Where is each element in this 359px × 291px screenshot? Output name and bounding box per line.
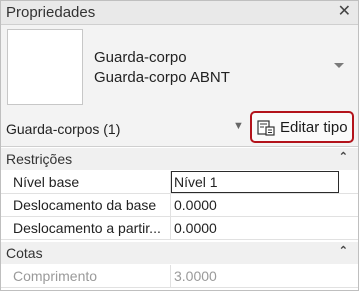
close-icon[interactable]: ✕ <box>338 3 351 21</box>
property-value[interactable]: 0.0000 <box>174 220 217 236</box>
section-header-restricoes[interactable]: Restrições ⌃ <box>1 148 358 170</box>
column-divider <box>170 194 171 217</box>
section-header-cotas[interactable]: Cotas ⌃ <box>1 242 358 264</box>
panel-titlebar: Propriedades ✕ <box>1 1 358 25</box>
property-value[interactable]: Nível 1 <box>174 174 218 190</box>
property-row-comprimento: Comprimento 3.0000 <box>1 265 358 288</box>
property-name: Deslocamento da base <box>13 197 157 213</box>
property-value: 3.0000 <box>174 268 217 284</box>
property-value[interactable]: 0.0000 <box>174 197 217 213</box>
column-divider <box>170 217 171 240</box>
collapse-icon[interactable]: ⌃ <box>339 244 348 257</box>
instance-filter-select[interactable]: Guarda-corpos (1) <box>6 121 120 137</box>
edit-type-button[interactable]: Editar tipo <box>250 111 354 143</box>
type-name: Guarda-corpo ABNT <box>94 69 230 86</box>
property-name: Nível base <box>13 174 80 190</box>
type-dropdown-arrow-icon[interactable] <box>334 63 344 68</box>
property-name: Comprimento <box>13 268 98 284</box>
property-name: Deslocamento a partir... <box>13 220 161 236</box>
type-selector[interactable]: Guarda-corpo Guarda-corpo ABNT <box>1 25 358 111</box>
column-divider <box>170 265 171 288</box>
properties-panel: Propriedades ✕ Guarda-corpo Guarda-corpo… <box>0 0 359 291</box>
panel-title: Propriedades <box>6 4 96 21</box>
type-preview-image <box>7 29 83 105</box>
property-row-nivel-base[interactable]: Nível base Nível 1 <box>1 171 358 194</box>
edit-type-label: Editar tipo <box>280 119 348 136</box>
type-family-name: Guarda-corpo <box>94 49 187 66</box>
instance-filter-row: Guarda-corpos (1) ▼ Editar tipo <box>1 111 358 147</box>
edit-type-icon <box>257 120 275 136</box>
section-label: Restrições <box>6 151 73 167</box>
property-row-deslocamento-partir[interactable]: Deslocamento a partir... 0.0000 <box>1 217 358 240</box>
chevron-down-icon[interactable]: ▼ <box>233 120 244 132</box>
section-label: Cotas <box>6 245 43 261</box>
collapse-icon[interactable]: ⌃ <box>339 150 348 163</box>
property-row-deslocamento-base[interactable]: Deslocamento da base 0.0000 <box>1 194 358 217</box>
